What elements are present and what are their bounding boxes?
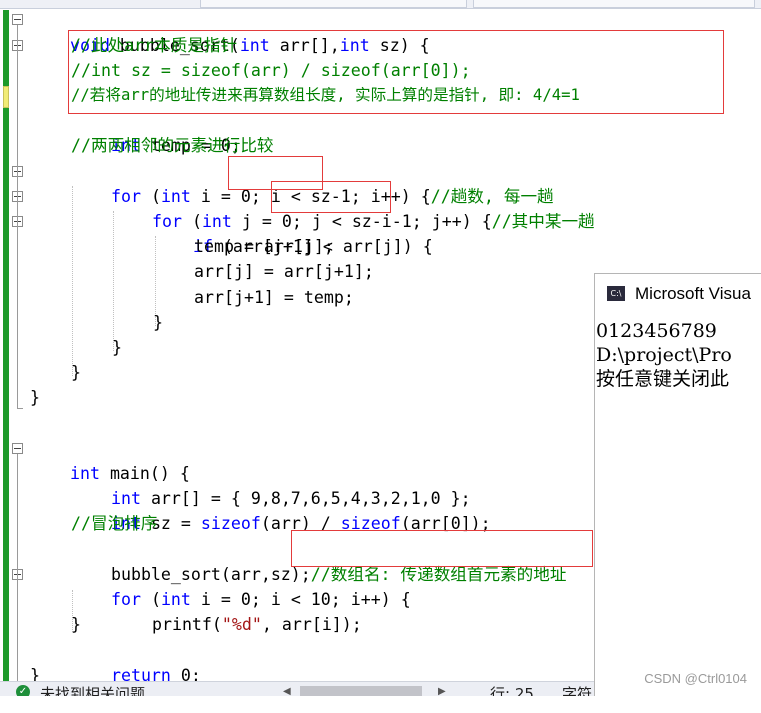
code-line: int main() { <box>30 436 190 483</box>
annotation-box-array-comment <box>291 530 593 567</box>
issues-status[interactable]: 未找到相关问题 <box>40 683 145 696</box>
code-token: sizeof <box>200 514 261 533</box>
line-indicator[interactable]: 行: 25 <box>490 683 534 696</box>
code-line: int arr[] = { 9,8,7,6,5,4,3,2,1,0 }; <box>71 461 471 508</box>
code-line: } <box>71 363 81 382</box>
code-line: } <box>71 615 81 634</box>
code-line: return 0; <box>71 638 201 685</box>
change-indicator-saved <box>3 10 9 690</box>
console-output-line: D:\project\Pro <box>596 344 732 366</box>
annotation-box-inner-condition <box>271 181 391 213</box>
fold-toggle-icon[interactable] <box>12 443 23 454</box>
navigation-dropdown-member[interactable] <box>473 0 755 8</box>
console-title: Microsoft Visua <box>635 284 751 303</box>
console-title-bar[interactable]: C:\ Microsoft Visua <box>595 274 761 316</box>
code-line: } <box>153 313 163 332</box>
code-token: , arr[i]); <box>261 615 362 634</box>
code-token: //其中某一趟 <box>491 212 595 231</box>
code-token: "%d" <box>221 615 262 634</box>
code-line: arr[j+1] = temp; <box>194 288 354 307</box>
console-output-line: 按任意键关闭此 <box>596 368 730 390</box>
code-line: temp = arr[j]; <box>194 237 334 256</box>
status-bar: ✓ 未找到相关问题 ◀ ▶ 行: 25 字符 <box>0 681 594 696</box>
navigation-dropdown-scope[interactable] <box>200 0 467 8</box>
code-line: printf("%d", arr[i]); <box>112 587 362 634</box>
annotation-box-comments <box>68 30 724 114</box>
fold-line <box>17 454 18 684</box>
check-icon: ✓ <box>16 685 30 696</box>
code-line: } <box>30 388 40 407</box>
code-comment: //冒泡排序 <box>71 514 158 533</box>
fold-line <box>17 25 18 408</box>
fold-toggle-icon[interactable] <box>12 14 23 25</box>
code-line: arr[j] = arr[j+1]; <box>194 262 374 281</box>
code-line: int sz = sizeof(arr) / sizeof(arr[0]); <box>71 486 491 533</box>
console-app-icon: C:\ <box>607 286 625 301</box>
console-window[interactable]: C:\ Microsoft Visua 0123456789 D:\projec… <box>594 273 761 696</box>
code-token: printf( <box>151 615 222 634</box>
fold-line-end <box>17 408 23 409</box>
code-comment: //两两相邻的元素进行比较 <box>71 136 274 155</box>
console-output-line: 0123456789 <box>596 320 717 342</box>
code-line: } <box>112 338 122 357</box>
encoding-indicator[interactable]: 字符 <box>562 683 592 696</box>
watermark: CSDN @Ctrl0104 <box>644 671 747 686</box>
change-indicator-unsaved <box>3 86 9 108</box>
